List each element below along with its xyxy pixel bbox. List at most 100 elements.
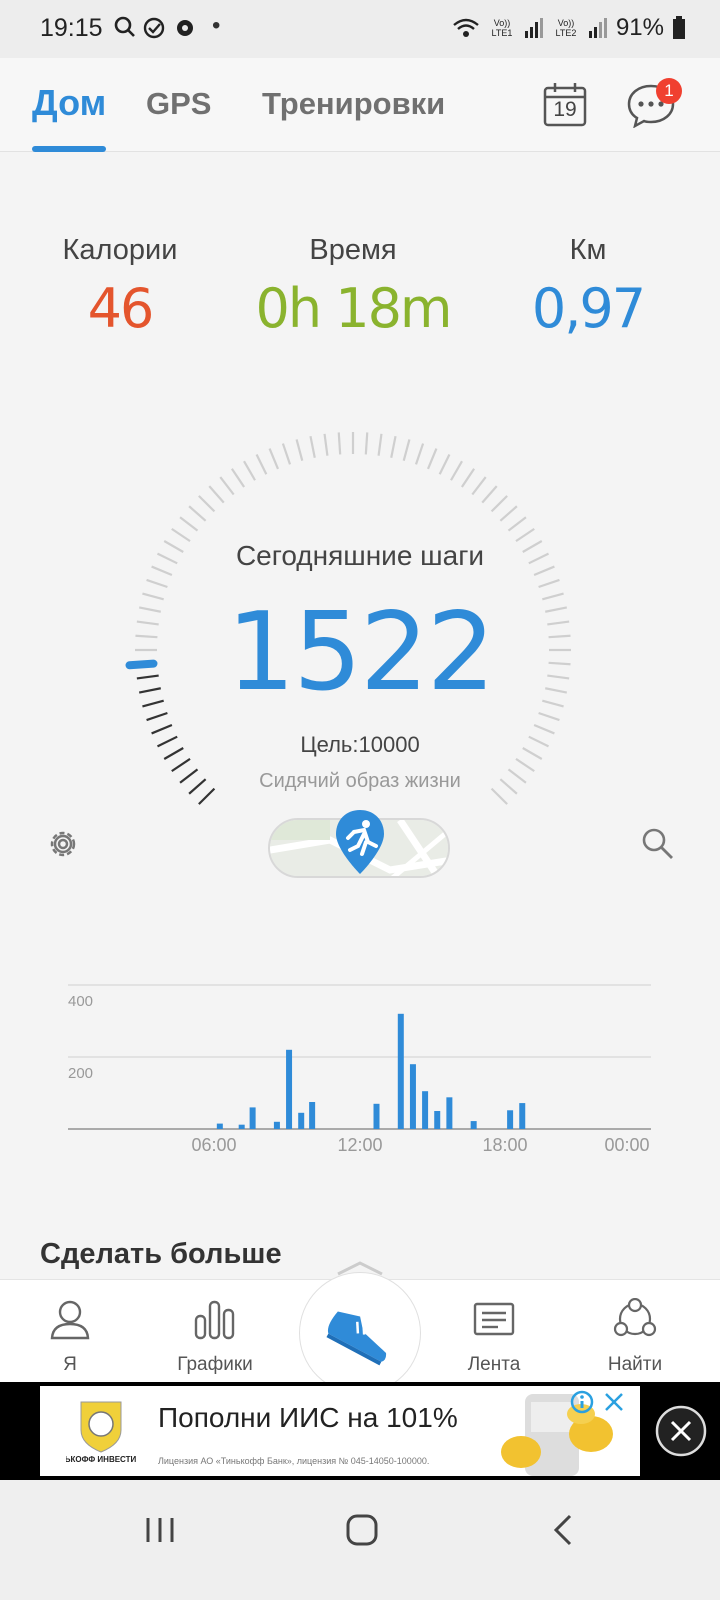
chart-bar — [298, 1112, 305, 1129]
dial-tick — [364, 432, 369, 455]
dial-progress-marker — [125, 659, 158, 670]
dial-tick — [188, 505, 207, 522]
back-icon[interactable] — [544, 1510, 584, 1550]
do-more-title: Сделать больше — [40, 1238, 282, 1270]
dial-tick — [471, 476, 487, 496]
dial-tick — [136, 620, 159, 626]
dial-tick — [230, 468, 246, 488]
nav-item-find[interactable]: Найти — [575, 1297, 695, 1376]
dial-tick — [179, 516, 199, 532]
bar-chart-icon — [194, 1300, 235, 1340]
status-bar: 19:15 • Vo)) LTE1 Vo)) LTE2 91% — [0, 0, 720, 58]
chart-bar — [422, 1091, 429, 1129]
wifi-icon — [453, 18, 479, 37]
dial-tick — [390, 435, 397, 458]
start-workout-button[interactable] — [299, 1272, 421, 1394]
nav-label-feed: Лента — [467, 1354, 521, 1375]
x-tick-1800: 18:00 — [482, 1135, 527, 1155]
distance-value: 0,97 — [531, 277, 646, 340]
stat-calories: Калории 46 — [0, 234, 240, 340]
dial-tick — [309, 435, 316, 458]
nav-item-charts[interactable]: Графики — [155, 1298, 275, 1376]
tab-gps[interactable]: GPS — [146, 86, 211, 122]
sim2-label: Vo)) LTE2 — [555, 18, 577, 38]
ad-close-x-icon[interactable] — [603, 1391, 625, 1413]
ad-headline: Пополни ИИС на 101% — [158, 1402, 458, 1433]
community-icon — [613, 1297, 657, 1337]
close-ad-button[interactable] — [654, 1404, 708, 1458]
steps-title: Сегодняшние шаги — [235, 540, 485, 571]
signal-icon — [588, 18, 607, 38]
dial-tick — [538, 578, 560, 589]
chart-bar — [238, 1124, 245, 1129]
calendar-button[interactable]: 19 — [542, 80, 588, 128]
chart-bars — [216, 1013, 526, 1129]
dial-tick — [135, 634, 158, 639]
battery-percent: 91% — [615, 14, 664, 41]
distance-label: Км — [569, 234, 607, 266]
calories-label: Калории — [62, 234, 178, 266]
system-nav-bar — [0, 1480, 720, 1600]
dial-tick — [243, 460, 256, 481]
nav-label-find: Найти — [607, 1354, 663, 1375]
tab-home[interactable]: Дом — [32, 82, 106, 124]
nav-label-me: Я — [63, 1354, 77, 1375]
dial-tick — [460, 468, 476, 488]
dial-tick — [438, 453, 451, 475]
activity-status: Сидячий образ жизни — [259, 770, 461, 792]
feed-icon — [473, 1302, 515, 1336]
tab-workouts[interactable]: Тренировки — [262, 86, 445, 122]
sim1-label: Vo)) LTE1 — [491, 18, 513, 38]
y-tick-400: 400 — [68, 993, 93, 1010]
chart-bar — [286, 1049, 293, 1129]
dial-tick — [481, 485, 498, 504]
dial-tick — [499, 505, 518, 522]
dial-tick — [136, 674, 159, 680]
ad-brand: ТИНЬКОФФ ИНВЕСТИЦИИ — [66, 1455, 136, 1464]
dial-tick — [268, 448, 280, 470]
dial-tick — [450, 460, 463, 481]
time-value: 0h 18m — [255, 277, 452, 340]
chart-bar — [507, 1110, 514, 1129]
check-circle-icon — [143, 17, 165, 39]
chart-bar — [519, 1103, 526, 1129]
dial-tick — [507, 516, 527, 532]
nav-item-me[interactable]: Я — [10, 1298, 130, 1376]
running-pin-icon — [336, 810, 384, 874]
dial-tick — [138, 606, 161, 613]
ad-banner[interactable]: ТИНЬКОФФ ИНВЕСТИЦИИ Пополни ИИС на 101% … — [40, 1386, 640, 1476]
dial-tick — [295, 439, 304, 461]
recent-apps-icon[interactable] — [140, 1510, 180, 1550]
dial-tick — [414, 443, 425, 465]
active-tab-indicator — [32, 146, 106, 152]
x-tick-0000: 00:00 — [604, 1135, 649, 1155]
ad-bar: ТИНЬКОФФ ИНВЕСТИЦИИ Пополни ИИС на 101% … — [0, 1382, 720, 1480]
info-icon[interactable] — [570, 1390, 594, 1414]
chart-bar — [309, 1102, 316, 1129]
search-icon[interactable] — [640, 826, 676, 862]
dial-tick — [281, 443, 292, 465]
bottom-nav: Я Графики Лента Найти — [0, 1272, 720, 1394]
status-dot: • — [212, 12, 221, 39]
dial-tick — [337, 432, 342, 455]
ad-small-print: Лицензия АО «Тинькофф Банк», лицензия № … — [158, 1456, 430, 1466]
chart-bar — [470, 1121, 477, 1129]
battery-icon — [673, 16, 685, 39]
notification-badge: 1 — [656, 78, 682, 104]
status-time: 19:15 — [40, 14, 103, 42]
stat-time: Время 0h 18m — [233, 234, 473, 340]
settings-icon[interactable] — [45, 826, 81, 862]
x-tick-1200: 12:00 — [337, 1135, 382, 1155]
search-icon — [114, 16, 135, 37]
dial-tick — [323, 433, 329, 456]
status-right: Vo)) LTE1 Vo)) LTE2 91% — [452, 14, 686, 42]
chart-bar — [397, 1013, 404, 1129]
chart-bar — [273, 1121, 280, 1129]
home-icon[interactable] — [342, 1510, 382, 1550]
dial-tick — [198, 495, 216, 513]
y-tick-200: 200 — [68, 1065, 93, 1082]
steps-count: 1522 — [226, 590, 496, 715]
chart-bar — [434, 1111, 441, 1129]
nav-item-feed[interactable]: Лента — [434, 1298, 554, 1376]
calories-value: 46 — [87, 277, 155, 340]
